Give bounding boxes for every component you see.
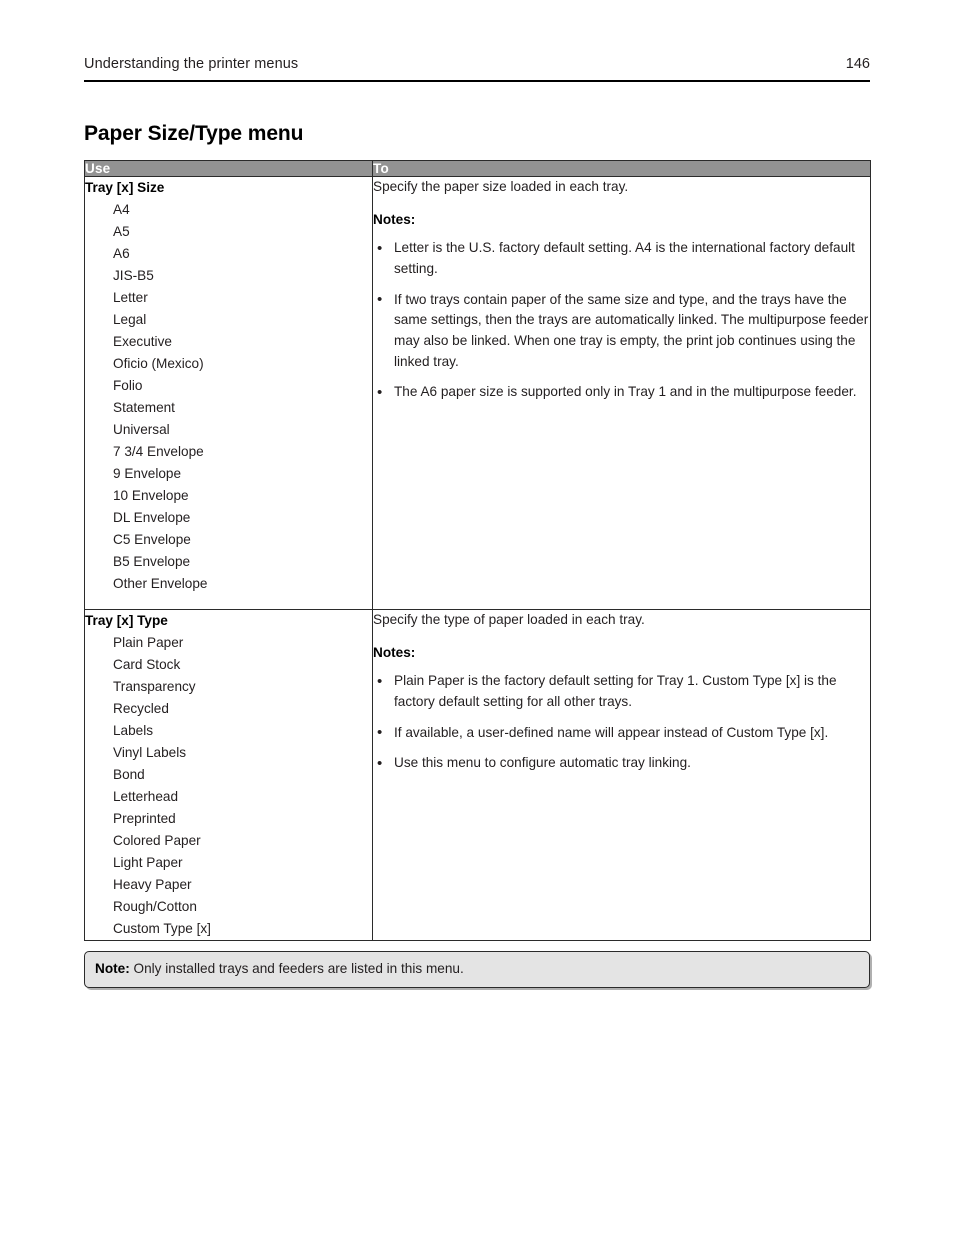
note-item: • The A6 paper size is supported only in… <box>373 382 870 403</box>
notes-list-tray-type: • Plain Paper is the factory default set… <box>373 671 870 774</box>
running-header-chapter-title: Understanding the printer menus <box>84 56 299 72</box>
footer-note-label: Note: <box>95 961 130 976</box>
bullet-icon: • <box>377 754 383 772</box>
table-header-row: Use To <box>84 160 871 177</box>
list-item: Vinyl Labels <box>113 745 187 761</box>
list-item: Heavy Paper <box>113 877 192 893</box>
bullet-icon: • <box>377 724 383 742</box>
bullet-icon: • <box>377 383 383 401</box>
description-tray-type: Specify the type of paper loaded in each… <box>373 612 645 627</box>
cell-to-tray-size: Specify the paper size loaded in each tr… <box>372 176 871 610</box>
list-item: 10 Envelope <box>113 488 189 504</box>
list-item: Plain Paper <box>113 635 184 651</box>
note-text: Letter is the U.S. factory default setti… <box>394 240 855 277</box>
notes-list-tray-size: • Letter is the U.S. factory default set… <box>373 238 870 403</box>
list-item: DL Envelope <box>113 510 191 526</box>
table-body: Tray [x] Size A4 A5 A6 JIS-B5 Letter Leg… <box>84 176 871 942</box>
list-item: Transparency <box>113 679 196 695</box>
setting-name-tray-type: Tray [x] Type <box>85 613 168 628</box>
list-item: JIS-B5 <box>113 268 154 284</box>
cell-to-tray-type: Specify the type of paper loaded in each… <box>372 608 871 942</box>
list-item: Executive <box>113 334 172 350</box>
note-text: If available, a user-defined name will a… <box>394 724 829 740</box>
cell-use-tray-type: Tray [x] Type Plain Paper Card Stock Tra… <box>84 608 373 942</box>
list-item: A5 <box>113 224 130 240</box>
bullet-icon: • <box>377 672 383 690</box>
note-item: • Use this menu to configure automatic t… <box>373 753 870 774</box>
list-item: Folio <box>113 378 143 394</box>
column-header-use: Use <box>84 160 373 177</box>
list-item: Other Envelope <box>113 576 208 592</box>
page-title: Paper Size/Type menu <box>84 122 304 145</box>
list-item: Oficio (Mexico) <box>113 356 204 372</box>
list-item: Card Stock <box>113 657 181 673</box>
notes-label: Notes: <box>373 645 416 661</box>
table-row: Tray [x] Type Plain Paper Card Stock Tra… <box>84 608 871 942</box>
list-item: Bond <box>113 767 145 783</box>
table-footer-note-wrapper: Note: Only installed trays and feeders a… <box>84 951 870 988</box>
paper-size-type-table: Use To Tray [x] Size A4 A5 A6 JIS-B5 Let… <box>84 160 871 942</box>
list-item: Colored Paper <box>113 833 201 849</box>
note-text: Use this menu to configure automatic tra… <box>394 755 691 771</box>
list-item: B5 Envelope <box>113 554 191 570</box>
list-item: 9 Envelope <box>113 466 182 482</box>
list-item: Letterhead <box>113 789 179 805</box>
note-text: Plain Paper is the factory default setti… <box>394 673 837 710</box>
note-item: • Letter is the U.S. factory default set… <box>373 238 870 279</box>
note-item: • Plain Paper is the factory default set… <box>373 671 870 712</box>
note-item: • If available, a user-defined name will… <box>373 723 870 744</box>
option-list-tray-size: A4 A5 A6 JIS-B5 Letter Legal Executive O… <box>85 199 372 595</box>
list-item: 7 3/4 Envelope <box>113 444 204 460</box>
table-row: Tray [x] Size A4 A5 A6 JIS-B5 Letter Leg… <box>84 176 871 610</box>
bullet-icon: • <box>377 239 383 257</box>
list-item: Universal <box>113 422 170 438</box>
bullet-icon: • <box>377 291 383 309</box>
document-page: Understanding the printer menus 146 Pape… <box>0 0 954 1235</box>
note-item: • If two trays contain paper of the same… <box>373 290 870 373</box>
notes-label: Notes: <box>373 212 416 228</box>
description-tray-size: Specify the paper size loaded in each tr… <box>373 179 629 194</box>
note-text: The A6 paper size is supported only in T… <box>394 384 857 400</box>
list-item: A6 <box>113 246 130 262</box>
setting-name-tray-size: Tray [x] Size <box>85 180 165 195</box>
cell-use-tray-size: Tray [x] Size A4 A5 A6 JIS-B5 Letter Leg… <box>84 176 373 610</box>
table-footer-note: Note: Only installed trays and feeders a… <box>84 951 870 988</box>
list-item: Custom Type [x] <box>113 921 211 937</box>
table-header: Use To <box>84 160 871 177</box>
list-item: Statement <box>113 400 175 416</box>
page-number: 146 <box>845 56 870 72</box>
column-header-to: To <box>372 160 871 177</box>
list-item: Legal <box>113 312 147 328</box>
list-item: Letter <box>113 290 148 306</box>
running-header: Understanding the printer menus 146 <box>84 56 870 83</box>
list-item: Light Paper <box>113 855 183 871</box>
list-item: Recycled <box>113 701 169 717</box>
footer-note-text: Only installed trays and feeders are lis… <box>129 961 464 976</box>
list-item: Labels <box>113 723 154 739</box>
list-item: A4 <box>113 202 130 218</box>
option-list-tray-type: Plain Paper Card Stock Transparency Recy… <box>85 632 372 940</box>
list-item: C5 Envelope <box>113 532 191 548</box>
list-item: Rough/Cotton <box>113 899 197 915</box>
list-item: Preprinted <box>113 811 176 827</box>
note-text: If two trays contain paper of the same s… <box>394 291 869 369</box>
